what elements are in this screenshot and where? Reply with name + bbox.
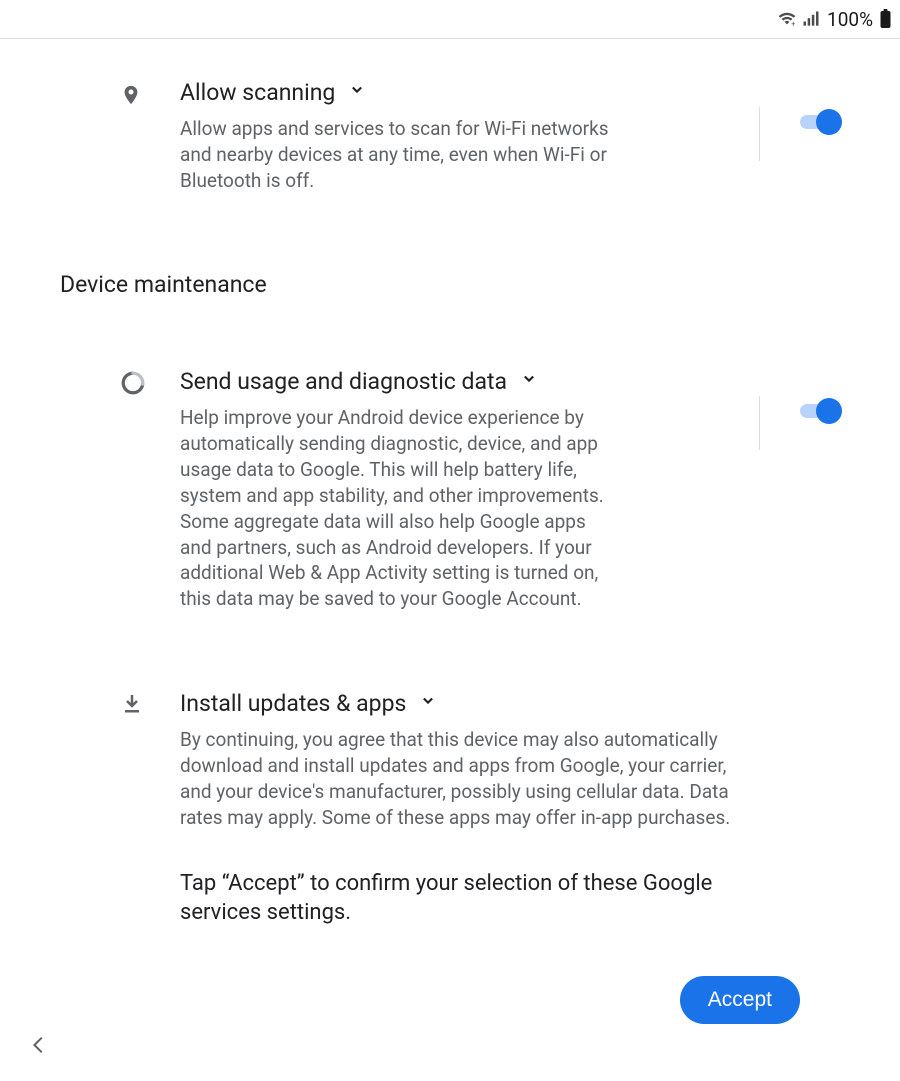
send-diagnostic-title-row[interactable]: Send usage and diagnostic data — [180, 368, 759, 395]
install-updates-title: Install updates & apps — [180, 690, 406, 717]
settings-content: Allow scanning Allow apps and services t… — [0, 39, 900, 1024]
send-diagnostic-title: Send usage and diagnostic data — [180, 368, 507, 395]
accept-button[interactable]: Accept — [680, 976, 800, 1024]
battery-icon — [879, 9, 892, 29]
device-maintenance-header: Device maintenance — [60, 271, 840, 298]
install-updates-row[interactable]: Install updates & apps By continuing, yo… — [120, 690, 840, 830]
back-button[interactable] — [28, 1031, 50, 1063]
allow-scanning-title: Allow scanning — [180, 79, 335, 106]
allow-scanning-toggle[interactable] — [800, 107, 840, 135]
send-diagnostic-toggle[interactable] — [800, 396, 840, 424]
status-bar: + 100% — [0, 0, 900, 39]
wifi-icon: + — [777, 9, 797, 29]
location-pin-icon — [120, 79, 180, 113]
install-updates-title-row[interactable]: Install updates & apps — [180, 690, 840, 717]
confirm-text: Tap “Accept” to confirm your selection o… — [180, 870, 740, 927]
allow-scanning-title-row[interactable]: Allow scanning — [180, 79, 759, 106]
chevron-down-icon — [418, 690, 438, 717]
battery-percentage: 100% — [827, 8, 873, 31]
data-usage-icon — [120, 368, 180, 400]
allow-scanning-row[interactable]: Allow scanning Allow apps and services t… — [120, 79, 840, 193]
signal-icon — [801, 9, 821, 29]
install-updates-description: By continuing, you agree that this devic… — [180, 727, 740, 830]
send-diagnostic-row[interactable]: Send usage and diagnostic data Help impr… — [120, 368, 840, 612]
download-icon — [120, 690, 180, 720]
svg-text:+: + — [791, 20, 795, 29]
send-diagnostic-description: Help improve your Android device experie… — [180, 405, 620, 612]
chevron-down-icon — [519, 368, 539, 395]
divider — [759, 396, 760, 450]
allow-scanning-description: Allow apps and services to scan for Wi-F… — [180, 116, 620, 193]
divider — [759, 107, 760, 161]
chevron-down-icon — [347, 79, 367, 106]
